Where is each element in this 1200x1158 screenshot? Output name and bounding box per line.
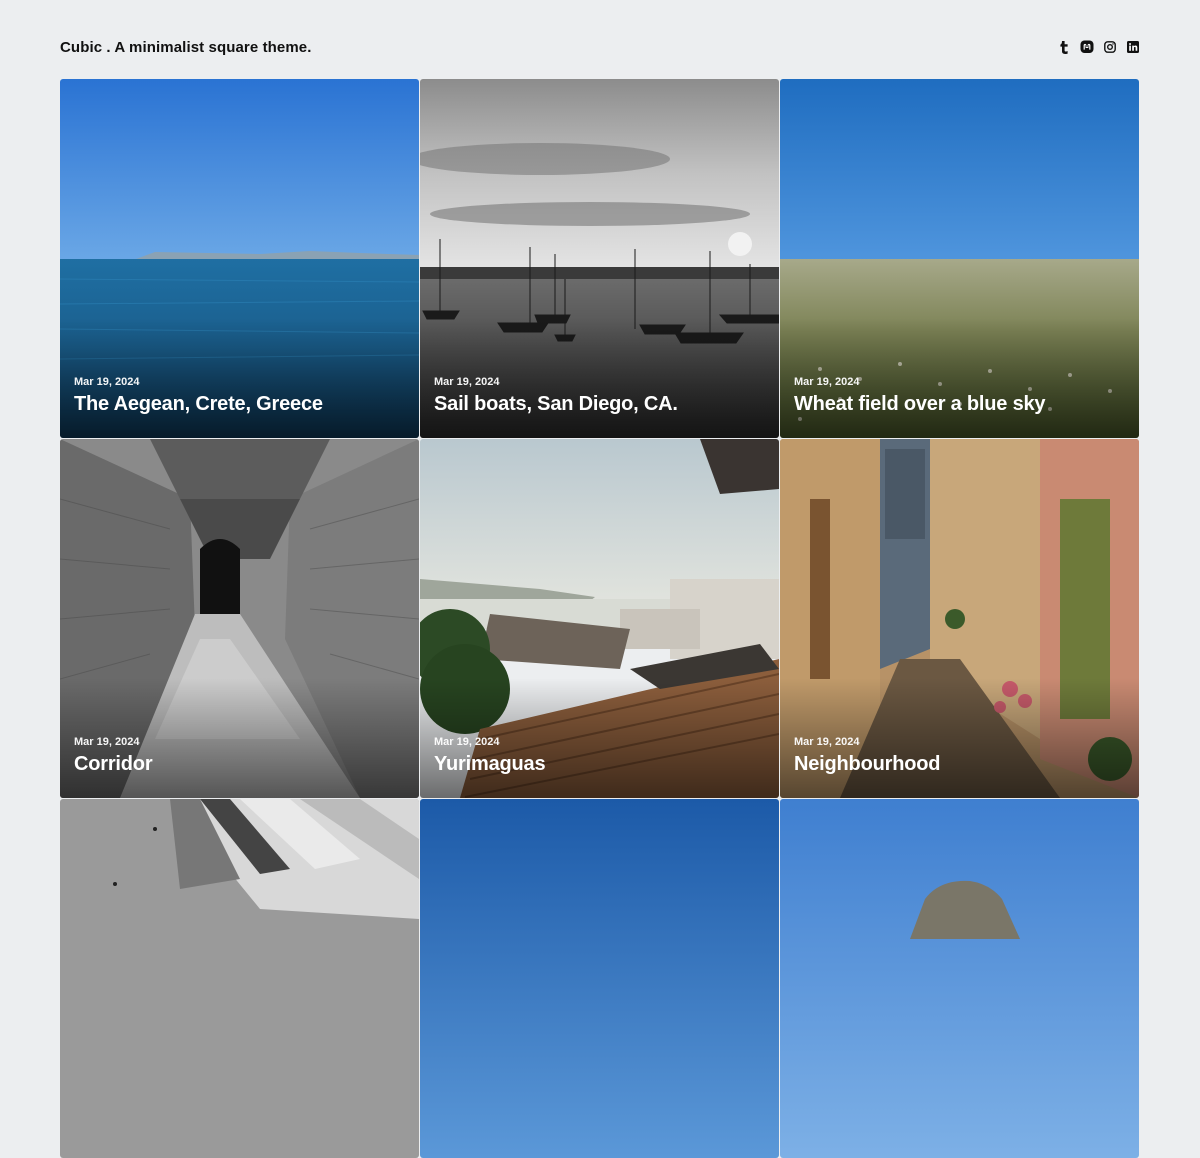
site-header: Cubic . A minimalist square theme. (60, 33, 1140, 61)
post-photo (780, 799, 1139, 1158)
post-photo (60, 799, 419, 1158)
post-grid: Mar 19, 2024 The Aegean, Crete, Greece M… (60, 79, 1142, 1158)
post-title[interactable]: Sail boats, San Diego, CA. (434, 392, 678, 416)
post-title[interactable]: Corridor (74, 752, 153, 776)
post-title[interactable]: Yurimaguas (434, 752, 546, 776)
post-date: Mar 19, 2024 (74, 736, 140, 748)
post-meta: Mar 19, 2024 Wheat field over a blue sky (794, 376, 1046, 416)
post-meta: Mar 19, 2024 Neighbourhood (794, 736, 940, 776)
post-meta: Mar 19, 2024 Sail boats, San Diego, CA. (434, 376, 678, 416)
post-title[interactable]: The Aegean, Crete, Greece (74, 392, 323, 416)
post-card[interactable]: Mar 19, 2024 Sail boats, San Diego, CA. (420, 79, 779, 438)
social-links (1057, 40, 1140, 54)
instagram-icon[interactable] (1103, 40, 1117, 54)
post-date: Mar 19, 2024 (434, 376, 500, 388)
post-card[interactable] (60, 799, 419, 1158)
post-date: Mar 19, 2024 (794, 736, 860, 748)
post-meta: Mar 19, 2024 Corridor (74, 736, 153, 776)
mastodon-icon[interactable] (1080, 40, 1094, 54)
post-title[interactable]: Neighbourhood (794, 752, 940, 776)
post-photo (420, 799, 779, 1158)
post-card[interactable]: Mar 19, 2024 Neighbourhood (780, 439, 1139, 798)
post-date: Mar 19, 2024 (74, 376, 140, 388)
post-meta: Mar 19, 2024 Yurimaguas (434, 736, 546, 776)
post-date: Mar 19, 2024 (794, 376, 860, 388)
post-title[interactable]: Wheat field over a blue sky (794, 392, 1046, 416)
post-card[interactable]: Mar 19, 2024 Yurimaguas (420, 439, 779, 798)
post-card[interactable] (780, 799, 1139, 1158)
post-card[interactable] (420, 799, 779, 1158)
site-title[interactable]: Cubic . A minimalist square theme. (60, 39, 312, 56)
post-card[interactable]: Mar 19, 2024 The Aegean, Crete, Greece (60, 79, 419, 438)
tumblr-icon[interactable] (1057, 40, 1071, 54)
post-date: Mar 19, 2024 (434, 736, 500, 748)
post-meta: Mar 19, 2024 The Aegean, Crete, Greece (74, 376, 323, 416)
post-card[interactable]: Mar 19, 2024 Wheat field over a blue sky (780, 79, 1139, 438)
post-card[interactable]: Mar 19, 2024 Corridor (60, 439, 419, 798)
linkedin-icon[interactable] (1126, 40, 1140, 54)
